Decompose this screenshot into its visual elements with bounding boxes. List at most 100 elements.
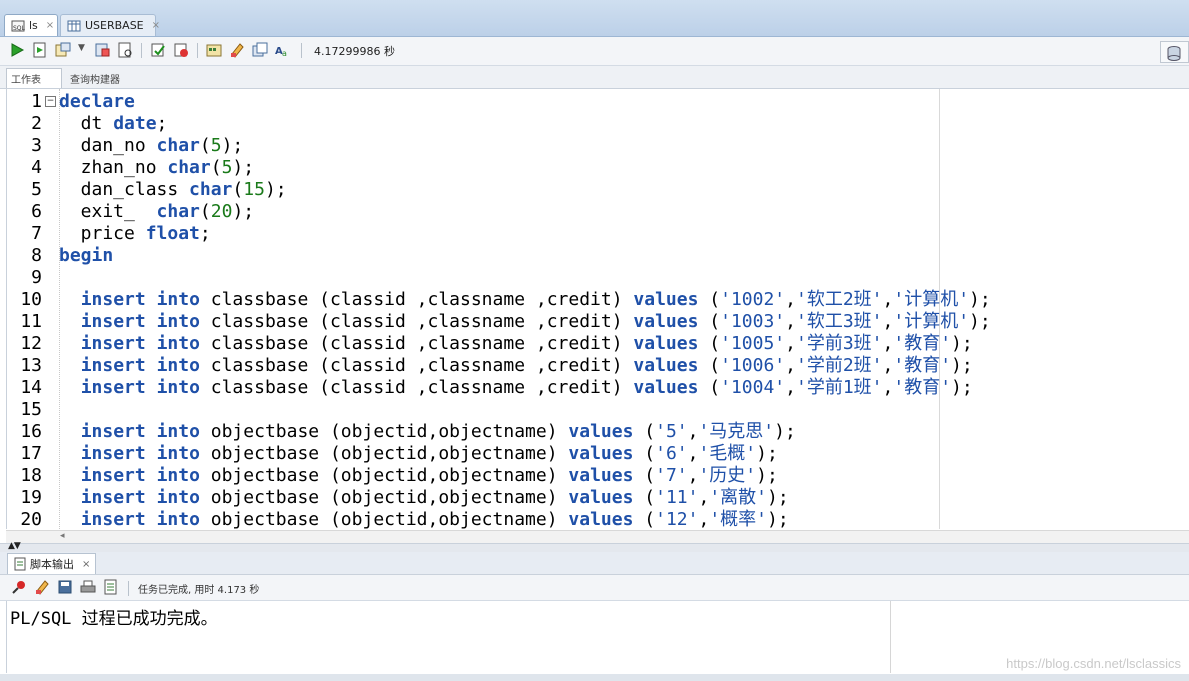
- execution-time: 4.17299986 秒: [314, 45, 395, 58]
- clear-output-icon[interactable]: [34, 579, 50, 595]
- code-line[interactable]: 7 price float;: [7, 223, 1189, 245]
- explain-plan-icon[interactable]: [55, 42, 71, 58]
- line-number: 8: [31, 245, 42, 266]
- scroll-left-icon[interactable]: ◂: [60, 531, 65, 541]
- code-line[interactable]: 11 insert into classbase (classid ,class…: [7, 311, 1189, 333]
- run-script-icon[interactable]: [32, 42, 48, 58]
- line-number: 2: [31, 113, 42, 134]
- code-line[interactable]: 18 insert into objectbase (objectid,obje…: [7, 465, 1189, 487]
- table-icon: [67, 19, 81, 33]
- code-text: dan_no char(5);: [59, 135, 244, 156]
- sql-tuning-icon[interactable]: [117, 42, 133, 58]
- code-line[interactable]: 3 dan_no char(5);: [7, 135, 1189, 157]
- editor-tab-strip: SQL ls × USERBASE ×: [0, 0, 1189, 37]
- tab-label: 脚本输出: [30, 558, 74, 571]
- code-line[interactable]: 16 insert into objectbase (objectid,obje…: [7, 421, 1189, 443]
- rollback-icon[interactable]: [173, 42, 189, 58]
- worksheet-toolbar: ▼ Aa 4.17299986 秒: [0, 37, 1189, 66]
- splitter-arrows-icon[interactable]: ▲▼: [8, 541, 21, 551]
- code-line[interactable]: 6 exit_ char(20);: [7, 201, 1189, 223]
- sql-editor[interactable]: 1− declare 2 dt date; 3 dan_no char(5); 4 zh…: [6, 89, 1189, 529]
- code-text: insert into objectbase (objectid,objectn…: [80, 443, 778, 464]
- code-line[interactable]: 19 insert into objectbase (objectid,obje…: [7, 487, 1189, 509]
- line-number: 9: [31, 267, 42, 288]
- print-icon[interactable]: [80, 579, 96, 595]
- code-line[interactable]: 12 insert into classbase (classid ,class…: [7, 333, 1189, 355]
- line-number: 1: [31, 91, 42, 112]
- panel-splitter[interactable]: ▲▼: [0, 541, 1189, 552]
- code-text: declare: [59, 91, 135, 112]
- code-text: zhan_no char(5);: [59, 157, 255, 178]
- svg-text:a: a: [282, 49, 287, 58]
- fold-toggle-icon[interactable]: −: [45, 96, 56, 107]
- toolbar-separator: [141, 43, 142, 58]
- toolbar-separator: [197, 43, 198, 58]
- line-number: 15: [20, 399, 42, 420]
- code-text: price float;: [59, 223, 211, 244]
- close-icon[interactable]: ×: [152, 20, 160, 31]
- toolbar-separator: [301, 43, 302, 58]
- line-number: 17: [20, 443, 42, 464]
- find-icon[interactable]: Aa: [275, 42, 291, 58]
- close-icon[interactable]: ×: [82, 559, 90, 570]
- code-line[interactable]: 2 dt date;: [7, 113, 1189, 135]
- watermark: https://blog.csdn.net/lsclassics: [1006, 656, 1181, 671]
- tab-userbase[interactable]: USERBASE ×: [60, 14, 160, 36]
- tab-label: USERBASE: [85, 19, 144, 32]
- code-line[interactable]: 8 begin: [7, 245, 1189, 267]
- tab-label: ls: [29, 19, 38, 32]
- open-script-icon[interactable]: [103, 579, 119, 595]
- code-line[interactable]: 20 insert into objectbase (objectid,obje…: [7, 509, 1189, 529]
- script-output-icon: [13, 557, 27, 571]
- code-text: dan_class char(15);: [59, 179, 287, 200]
- close-icon[interactable]: ×: [46, 20, 54, 31]
- worksheet-subtabs: 工作表 查询构建器: [0, 66, 1189, 89]
- commit-icon[interactable]: [150, 42, 166, 58]
- line-number: 10: [20, 289, 42, 310]
- line-number: 14: [20, 377, 42, 398]
- output-divider: [890, 601, 891, 673]
- tab-ls[interactable]: SQL ls ×: [4, 14, 58, 36]
- line-number: 7: [31, 223, 42, 244]
- code-text: insert into classbase (classid ,classnam…: [80, 289, 991, 310]
- line-number: 20: [20, 509, 42, 529]
- save-icon[interactable]: [57, 579, 73, 595]
- code-text: begin: [59, 245, 114, 266]
- code-line[interactable]: 15: [7, 399, 1189, 421]
- svg-text:SQL: SQL: [13, 25, 25, 32]
- sql-history-icon[interactable]: [206, 42, 222, 58]
- code-line[interactable]: 9: [7, 267, 1189, 289]
- tab-script-output[interactable]: 脚本输出 ×: [7, 553, 97, 574]
- line-number: 11: [20, 311, 42, 332]
- code-line[interactable]: 4 zhan_no char(5);: [7, 157, 1189, 179]
- run-statement-icon[interactable]: [9, 42, 25, 58]
- code-line[interactable]: 14 insert into classbase (classid ,class…: [7, 377, 1189, 399]
- code-text: dt date;: [59, 113, 168, 134]
- code-line[interactable]: 13 insert into classbase (classid ,class…: [7, 355, 1189, 377]
- pin-icon[interactable]: [11, 579, 27, 595]
- connection-selector[interactable]: [1160, 41, 1189, 63]
- line-number: 19: [20, 487, 42, 508]
- code-line[interactable]: 5 dan_class char(15);: [7, 179, 1189, 201]
- toolbar-separator: [128, 581, 129, 596]
- format-icon[interactable]: [252, 42, 268, 58]
- code-text: exit_ char(20);: [59, 201, 255, 222]
- code-line[interactable]: 17 insert into objectbase (objectid,obje…: [7, 443, 1189, 465]
- line-number: 16: [20, 421, 42, 442]
- autotrace-icon[interactable]: [94, 42, 110, 58]
- line-number: 12: [20, 333, 42, 354]
- code-text: insert into objectbase (objectid,objectn…: [80, 465, 778, 486]
- tab-worksheet[interactable]: 工作表: [6, 68, 62, 88]
- code-text: insert into classbase (classid ,classnam…: [80, 311, 991, 332]
- horizontal-scrollbar[interactable]: ◂: [6, 530, 1189, 543]
- code-line[interactable]: 1− declare: [7, 91, 1189, 113]
- chevron-down-icon[interactable]: ▼: [78, 43, 85, 53]
- bottom-bar: [0, 674, 1189, 681]
- database-icon: [1166, 45, 1182, 65]
- code-line[interactable]: 10 insert into classbase (classid ,class…: [7, 289, 1189, 311]
- code-text: insert into classbase (classid ,classnam…: [80, 355, 973, 376]
- code-text: insert into objectbase (objectid,objectn…: [80, 487, 789, 508]
- tab-query-builder[interactable]: 查询构建器: [66, 68, 136, 88]
- output-tab-strip: 脚本输出 ×: [0, 552, 1189, 575]
- clear-icon[interactable]: [229, 42, 245, 58]
